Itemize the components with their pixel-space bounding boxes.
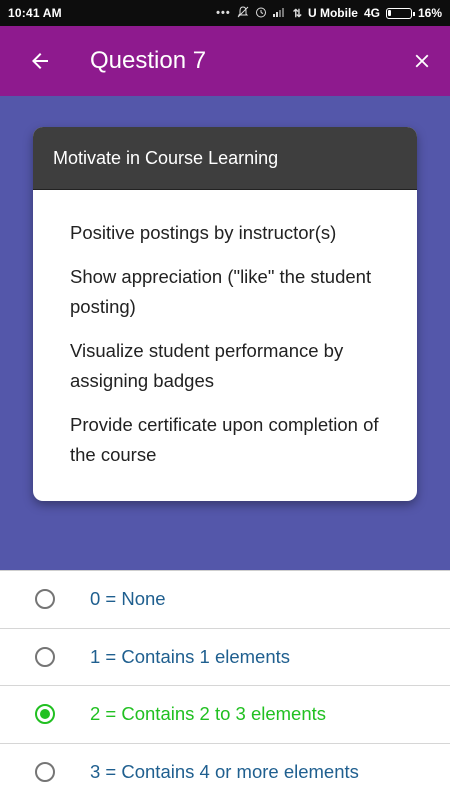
carrier-label: U Mobile [307, 6, 358, 20]
card-body: Positive postings by instructor(s) Show … [33, 190, 417, 470]
battery-label: 16% [417, 6, 442, 20]
option-label: 3 = Contains 4 or more elements [90, 760, 359, 782]
answer-options: 0 = None 1 = Contains 1 elements 2 = Con… [0, 570, 450, 800]
status-icons: ••• ⇅ U Mobile 4G 16% [216, 5, 442, 21]
card-item: Provide certificate upon completion of t… [70, 414, 379, 465]
alarm-icon [255, 6, 267, 21]
option-3[interactable]: 3 = Contains 4 or more elements [0, 742, 450, 800]
notifications-off-icon [237, 5, 249, 21]
radio-button[interactable] [35, 761, 55, 782]
page-title: Question 7 [90, 47, 207, 74]
close-button[interactable] [394, 26, 450, 96]
network-label: 4G [363, 6, 380, 20]
option-label: 1 = Contains 1 elements [90, 645, 291, 667]
option-label: 0 = None [90, 588, 166, 610]
status-time: 10:41 AM [8, 6, 62, 20]
close-icon [415, 54, 429, 68]
radio-button[interactable] [35, 589, 55, 610]
dots-icon: ••• [216, 7, 231, 19]
status-bar: 10:41 AM ••• ⇅ U Mobile 4G 16% [0, 0, 450, 26]
card-header: Motivate in Course Learning [33, 127, 417, 190]
option-label: 2 = Contains 2 to 3 elements [90, 703, 327, 725]
card-item: Show appreciation ("like" the student po… [70, 266, 372, 317]
radio-button[interactable] [35, 646, 55, 667]
card-item: Positive postings by instructor(s) [70, 222, 337, 243]
option-1[interactable]: 1 = Contains 1 elements [0, 627, 450, 686]
signal-icon [272, 6, 287, 20]
card-item: Visualize student performance by assigni… [70, 340, 344, 391]
battery-icon [385, 7, 415, 19]
arrow-left-icon [32, 53, 48, 69]
option-0[interactable]: 0 = None [0, 570, 450, 628]
radio-button[interactable] [35, 704, 55, 725]
question-panel: Motivate in Course Learning Positive pos… [0, 96, 450, 570]
option-2[interactable]: 2 = Contains 2 to 3 elements [0, 685, 450, 743]
app-bar: Question 7 [0, 26, 450, 96]
back-button[interactable] [0, 26, 80, 96]
data-transfer-icon: ⇅ [292, 7, 302, 20]
question-card: Motivate in Course Learning Positive pos… [33, 127, 417, 501]
